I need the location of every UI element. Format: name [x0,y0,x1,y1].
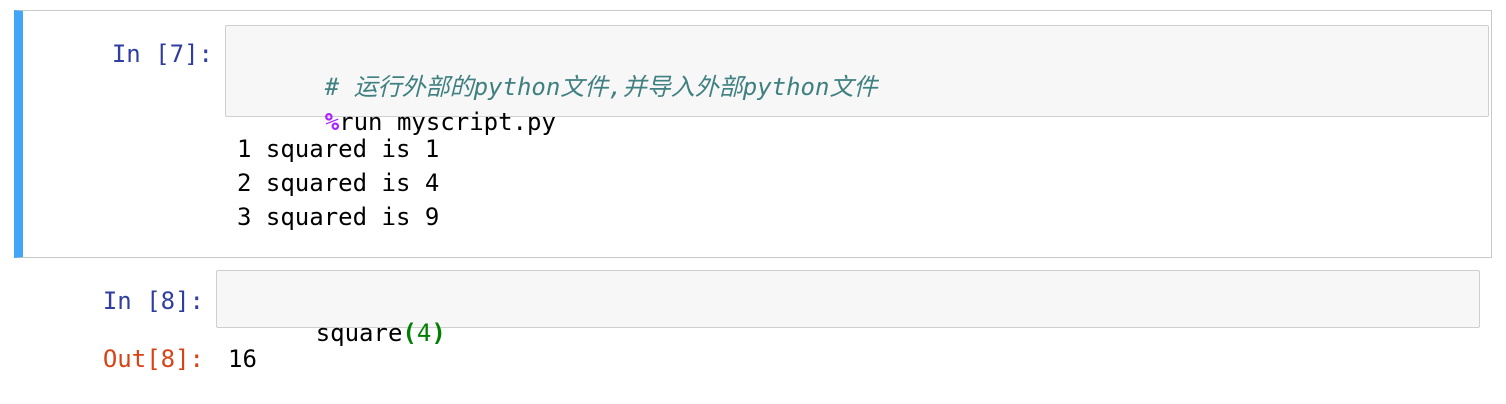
code-line-call: square(4) [229,282,446,384]
result-value: 16 [228,345,257,373]
in-prompt-7: In [7]: [111,40,213,68]
paren-open: ( [402,319,417,347]
func-arg: 4 [416,319,432,347]
code-input-8[interactable]: square(4) [216,270,1480,347]
stdout-line-3: 3 squared is 9 [237,203,440,231]
code-cell-7[interactable]: In [7]: # 运行外部的python文件,并导入外部python文件 %r… [14,10,1492,258]
code-cell-8[interactable]: In [8]: square(4) Out[8]: 16 [14,262,1492,382]
code-input-7[interactable]: # 运行外部的python文件,并导入外部python文件 %run myscr… [225,25,1489,136]
stdout-line-1: 1 squared is 1 [237,135,440,163]
stdout-line-2: 2 squared is 4 [237,169,440,197]
func-name: square [315,319,403,347]
paren-close: ) [431,319,446,347]
out-prompt-8: Out[8]: [102,345,204,373]
in-prompt-8: In [8]: [102,287,204,315]
